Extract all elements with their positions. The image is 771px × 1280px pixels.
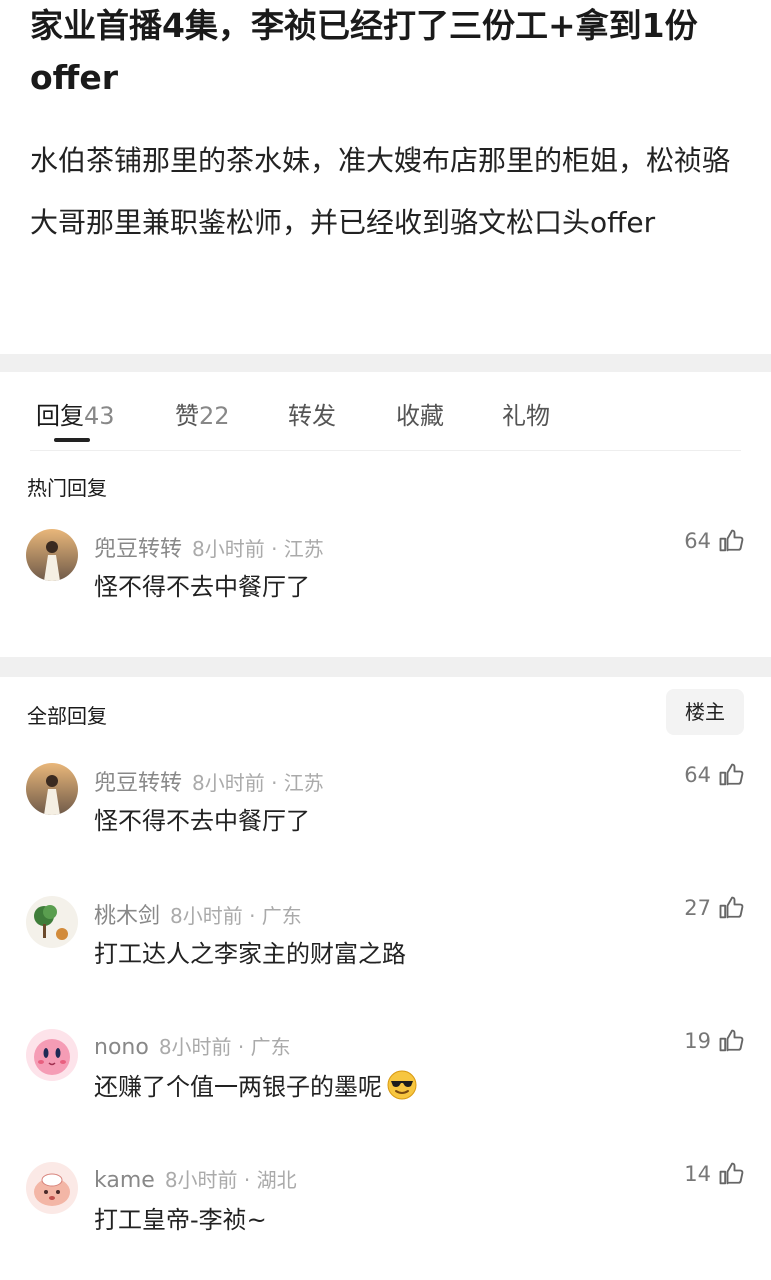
comment-time-location: 8小时前 · 广东 — [158, 1035, 291, 1059]
comment[interactable]: 兜豆转转 8小时前 · 江苏 怪不得不去中餐厅了 64 — [0, 511, 771, 657]
commenter-name[interactable]: 兜豆转转 — [94, 537, 182, 562]
comment-text: 还赚了个值一两银子的墨呢 — [94, 1067, 418, 1102]
op-only-filter-button[interactable]: 楼主 — [666, 689, 744, 735]
avatar-cartoon-icon — [26, 1162, 78, 1214]
avatar[interactable] — [26, 1162, 78, 1214]
thumbs-up-icon — [719, 1029, 744, 1052]
hot-replies-label: 热门回复 — [27, 476, 107, 500]
tab-gifts[interactable]: 礼物 — [502, 396, 550, 431]
tab-gifts-label: 礼物 — [502, 402, 550, 430]
comment-time-location: 8小时前 · 广东 — [170, 904, 302, 928]
comment-text: 打工达人之李家主的财富之路 — [94, 940, 406, 968]
post-body: 水伯茶铺那里的茶水妹，准大嫂布店那里的柜姐，松祯骆大哥那里兼职鉴松师，并已经收到… — [30, 144, 731, 239]
avatar-portrait-icon — [26, 529, 78, 581]
comment-meta: 兜豆转转 8小时前 · 江苏 — [94, 531, 324, 563]
like-count: 64 — [684, 529, 711, 553]
tab-replies-count: 43 — [84, 402, 115, 430]
like-count: 14 — [684, 1162, 711, 1186]
thumbs-up-icon — [719, 1162, 744, 1185]
commenter-name[interactable]: kame — [94, 1168, 155, 1193]
active-tab-indicator — [54, 438, 90, 442]
thumbs-up-icon — [719, 896, 744, 919]
post-title: 家业首播4集，李祯已经打了三份工+拿到1份offer — [30, 6, 698, 97]
commenter-name[interactable]: 桃木剑 — [94, 904, 160, 929]
commenter-name[interactable]: nono — [94, 1035, 149, 1060]
all-replies-label: 全部回复 — [27, 704, 107, 728]
comment-meta: nono 8小时前 · 广东 — [94, 1031, 291, 1060]
avatar[interactable] — [26, 529, 78, 581]
comment-text-content: 还赚了个值一两银子的墨呢 — [94, 1073, 382, 1101]
comment-text: 怪不得不去中餐厅了 — [94, 573, 310, 601]
tab-repost-label: 转发 — [288, 402, 336, 430]
tab-bar: 回复43 赞22 转发 收藏 礼物 — [30, 372, 741, 451]
like-count: 27 — [684, 896, 711, 920]
like-button[interactable]: 19 — [684, 1027, 745, 1055]
like-button[interactable]: 64 — [684, 527, 745, 555]
thumbs-up-icon — [719, 529, 744, 552]
comment-time-location: 8小时前 · 江苏 — [192, 537, 324, 561]
section-divider — [0, 354, 771, 372]
tab-likes-label: 赞 — [175, 402, 199, 430]
avatar-portrait-icon — [26, 763, 78, 815]
tab-replies-label: 回复 — [36, 402, 84, 430]
comment[interactable]: 桃木剑 8小时前 · 广东 打工达人之李家主的财富之路 27 — [0, 878, 771, 1011]
commenter-name[interactable]: 兜豆转转 — [94, 771, 182, 796]
comment[interactable]: nono 8小时前 · 广东 还赚了个值一两银子的墨呢 19 — [0, 1011, 771, 1144]
tab-favorite-label: 收藏 — [396, 402, 444, 430]
comment-time-location: 8小时前 · 湖北 — [164, 1168, 297, 1192]
comment-time-location: 8小时前 · 江苏 — [192, 771, 324, 795]
tab-repost[interactable]: 转发 — [288, 396, 336, 431]
section-divider — [0, 657, 771, 677]
avatar-kirby-icon — [26, 1029, 78, 1081]
like-count: 64 — [684, 763, 711, 787]
avatar[interactable] — [26, 1029, 78, 1081]
comment-text: 怪不得不去中餐厅了 — [94, 807, 310, 835]
tab-favorite[interactable]: 收藏 — [396, 396, 444, 431]
comment[interactable]: 兜豆转转 8小时前 · 江苏 怪不得不去中餐厅了 64 — [0, 745, 771, 878]
tab-likes-count: 22 — [199, 402, 230, 430]
post: 家业首播4集，李祯已经打了三份工+拿到1份offer 水伯茶铺那里的茶水妹，准大… — [0, 0, 771, 354]
all-replies-header: 全部回复 楼主 — [0, 677, 771, 745]
avatar[interactable] — [26, 896, 78, 948]
comment[interactable]: kame 8小时前 · 湖北 打工皇帝-李祯~ 14 — [0, 1144, 771, 1277]
sunglasses-emoji-icon — [387, 1070, 417, 1100]
thumbs-up-icon — [719, 763, 744, 786]
comment-meta: 兜豆转转 8小时前 · 江苏 — [94, 765, 324, 797]
tab-likes[interactable]: 赞22 — [175, 396, 230, 431]
like-button[interactable]: 27 — [684, 894, 745, 922]
comment-text: 打工皇帝-李祯~ — [94, 1206, 267, 1234]
like-count: 19 — [684, 1029, 711, 1053]
avatar-plant-icon — [26, 896, 78, 948]
avatar[interactable] — [26, 763, 78, 815]
comment-meta: 桃木剑 8小时前 · 广东 — [94, 898, 302, 930]
like-button[interactable]: 64 — [684, 761, 745, 789]
like-button[interactable]: 14 — [684, 1160, 745, 1188]
tab-replies[interactable]: 回复43 — [36, 396, 115, 431]
comment-meta: kame 8小时前 · 湖北 — [94, 1164, 297, 1193]
